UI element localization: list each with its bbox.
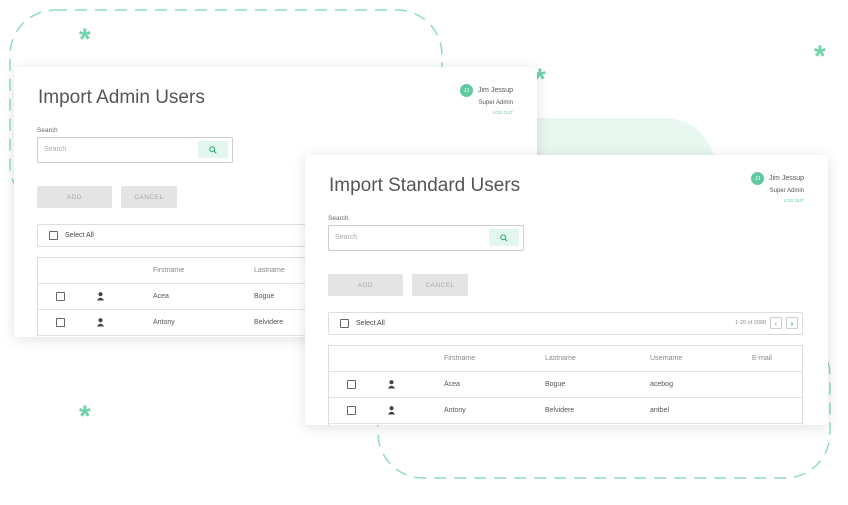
- asterisk-icon: *: [814, 40, 826, 73]
- search-input[interactable]: Search: [37, 137, 233, 163]
- firstname-cell: Acea: [444, 381, 460, 388]
- search-button[interactable]: [198, 141, 228, 158]
- lastname-cell: Belvidere: [254, 319, 284, 326]
- column-header: Firstname: [153, 267, 185, 274]
- user-name: Jim Jessup: [477, 87, 513, 94]
- logout-link[interactable]: LOG OUT: [751, 198, 804, 203]
- row-checkbox[interactable]: [56, 292, 65, 301]
- user-role: Super Admin: [769, 188, 804, 194]
- select-all-checkbox[interactable]: [49, 231, 58, 240]
- firstname-cell: Antony: [444, 407, 466, 414]
- column-header: E-mail: [752, 355, 772, 362]
- select-all-bar: Select All 1-20 of 2090 ‹ ›: [328, 312, 803, 335]
- search-input[interactable]: Search: [328, 225, 524, 251]
- avatar: JJ: [750, 172, 764, 185]
- user-info: JJ Jim Jessup Super Admin LOG OUT: [459, 84, 513, 115]
- column-header: Firstname: [444, 355, 476, 362]
- lastname-cell: Bogue: [545, 381, 566, 388]
- search-button[interactable]: [489, 229, 519, 246]
- column-header: Username: [650, 355, 683, 362]
- pagination-range: 1-20 of 2090: [735, 320, 766, 326]
- page-title: Import Standard Users: [329, 175, 521, 196]
- import-standard-users-card: Import Standard Users JJ Jim Jessup Super…: [305, 155, 828, 425]
- add-button[interactable]: ADD: [328, 274, 403, 296]
- row-checkbox[interactable]: [347, 380, 356, 389]
- add-button[interactable]: ADD: [37, 186, 112, 208]
- logout-link[interactable]: LOG OUT: [460, 110, 513, 115]
- lastname-cell: Belvidere: [545, 407, 575, 414]
- person-icon: [387, 380, 396, 389]
- lastname-cell: Bogue: [254, 293, 275, 300]
- users-table: Firstname Lastname Username E-mail Acea Bogu…: [328, 345, 803, 425]
- asterisk-icon: *: [79, 400, 91, 433]
- next-page-button[interactable]: ›: [786, 317, 798, 329]
- username-cell: antbel: [650, 407, 670, 414]
- page-title: Import Admin Users: [38, 87, 205, 108]
- row-checkbox[interactable]: [347, 406, 356, 415]
- person-icon: [96, 318, 105, 327]
- search-label: Search: [37, 127, 58, 134]
- chevron-right-icon: ›: [790, 318, 794, 328]
- select-all-checkbox[interactable]: [340, 319, 349, 328]
- username-cell: acebog: [650, 381, 673, 388]
- search-label: Search: [328, 215, 349, 222]
- search-icon: [500, 233, 508, 242]
- person-icon: [96, 292, 105, 301]
- firstname-cell: Antony: [153, 319, 175, 326]
- table-row[interactable]: Acea Bogue acebog: [329, 372, 802, 398]
- pagination: 1-20 of 2090 ‹ ›: [735, 317, 798, 329]
- table-row[interactable]: Antony Belvidere antbel: [329, 398, 802, 424]
- search-icon: [209, 145, 217, 154]
- row-checkbox[interactable]: [56, 318, 65, 327]
- prev-page-button[interactable]: ‹: [770, 317, 782, 329]
- search-placeholder: Search: [44, 146, 67, 153]
- select-all-label: Select All: [356, 320, 385, 327]
- column-header: Lastname: [545, 355, 576, 362]
- chevron-left-icon: ‹: [774, 318, 778, 328]
- person-icon: [387, 406, 396, 415]
- cancel-button[interactable]: CANCEL: [412, 274, 468, 296]
- user-name: Jim Jessup: [768, 175, 804, 182]
- cancel-button[interactable]: CANCEL: [121, 186, 177, 208]
- asterisk-icon: *: [79, 23, 91, 56]
- select-all-label: Select All: [65, 232, 94, 239]
- table-header: Firstname Lastname Username E-mail: [329, 346, 802, 372]
- user-role: Super Admin: [478, 100, 513, 106]
- user-info: JJ Jim Jessup Super Admin LOG OUT: [750, 172, 804, 203]
- avatar: JJ: [459, 84, 473, 97]
- firstname-cell: Acea: [153, 293, 169, 300]
- search-placeholder: Search: [335, 234, 358, 241]
- column-header: Lastname: [254, 267, 285, 274]
